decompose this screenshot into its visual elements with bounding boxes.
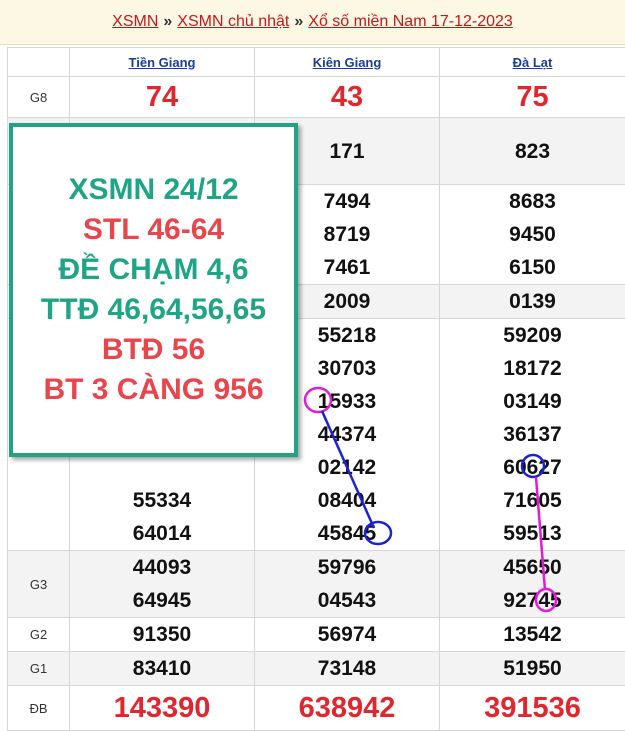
promo-line-title: XSMN 24/12 — [68, 170, 238, 210]
prize-cell: 75 — [440, 77, 625, 118]
prize-number: 03149 — [440, 385, 625, 418]
prize-number: 92745 — [440, 584, 625, 617]
prize-number: 60627 — [440, 451, 625, 484]
prize-number: 74 — [70, 77, 254, 117]
province-header: Đà Lạt — [440, 48, 625, 77]
promo-line-ttd: TTĐ 46,64,56,65 — [41, 290, 266, 330]
prize-number: 59209 — [440, 319, 625, 352]
breadcrumb-link-date[interactable]: Xổ số miền Nam 17-12-2023 — [308, 13, 513, 31]
prize-cell: 56974 — [255, 618, 440, 652]
prize-number: 638942 — [255, 686, 439, 730]
promo-line-btd: BTĐ 56 — [102, 330, 205, 370]
prize-cell: 83410 — [70, 652, 255, 686]
prize-number: 55334 — [70, 484, 254, 517]
prize-number: 73148 — [255, 652, 439, 685]
breadcrumb-separator: » — [163, 13, 172, 31]
prize-cell: 4565092745 — [440, 551, 625, 618]
breadcrumb-link-xsmn[interactable]: XSMN — [112, 13, 158, 31]
header-corner — [8, 48, 70, 77]
promo-line-stl: STL 46-64 — [83, 210, 224, 250]
province-header: Tiền Giang — [70, 48, 255, 77]
prize-number: 8683 — [440, 185, 625, 218]
prize-label: G2 — [8, 618, 70, 652]
prize-cell: 5979604543 — [255, 551, 440, 618]
prize-row-đb: ĐB143390638942391536 — [8, 686, 625, 731]
prize-cell: 51950 — [440, 652, 625, 686]
prize-number: 18172 — [440, 352, 625, 385]
prize-cell: 4409364945 — [70, 551, 255, 618]
prize-number: 43 — [255, 77, 439, 117]
prize-number: 391536 — [440, 686, 625, 730]
prize-number: 143390 — [70, 686, 254, 730]
breadcrumb-link-sunday[interactable]: XSMN chủ nhật — [177, 13, 289, 31]
province-link-kien-giang[interactable]: Kiên Giang — [313, 55, 382, 70]
prize-number: 45845 — [255, 517, 439, 550]
prize-label: G8 — [8, 77, 70, 118]
prize-cell: 91350 — [70, 618, 255, 652]
prize-cell: 391536 — [440, 686, 625, 731]
prize-cell: 143390 — [70, 686, 255, 731]
prize-label: G3 — [8, 551, 70, 618]
prize-cell: 0139 — [440, 285, 625, 319]
prize-number: 91350 — [70, 618, 254, 651]
prize-number: 51950 — [440, 652, 625, 685]
prize-label: G1 — [8, 652, 70, 686]
prize-number: 13542 — [440, 618, 625, 651]
prize-row-g2: G2913505697413542 — [8, 618, 625, 652]
prize-number: 83410 — [70, 652, 254, 685]
prize-number: 36137 — [440, 418, 625, 451]
prize-cell: 868394506150 — [440, 185, 625, 285]
prize-cell: 43 — [255, 77, 440, 118]
promo-box: XSMN 24/12 STL 46-64 ĐỀ CHẠM 4,6 TTĐ 46,… — [9, 123, 298, 457]
province-header: Kiên Giang — [255, 48, 440, 77]
prize-number: 823 — [440, 135, 625, 168]
prize-number: 59513 — [440, 517, 625, 550]
prize-number: 0139 — [440, 285, 625, 318]
prize-number: 75 — [440, 77, 625, 117]
prize-row-g8: G8744375 — [8, 77, 625, 118]
prize-cell: 13542 — [440, 618, 625, 652]
prize-cell: 73148 — [255, 652, 440, 686]
breadcrumb: XSMN » XSMN chủ nhật » Xổ số miền Nam 17… — [0, 0, 625, 45]
prize-number: 6150 — [440, 251, 625, 284]
prize-row-g1: G1834107314851950 — [8, 652, 625, 686]
promo-line-de-cham: ĐỀ CHẠM 4,6 — [58, 250, 248, 290]
province-link-da-lat[interactable]: Đà Lạt — [513, 55, 553, 70]
prize-label: ĐB — [8, 686, 70, 731]
prize-cell: 74 — [70, 77, 255, 118]
prize-row-g3: G3440936494559796045434565092745 — [8, 551, 625, 618]
prize-number: 08404 — [255, 484, 439, 517]
prize-number: 56974 — [255, 618, 439, 651]
prize-number: 44093 — [70, 551, 254, 584]
promo-line-bt3cang: BT 3 CÀNG 956 — [43, 370, 263, 410]
prize-number: 59796 — [255, 551, 439, 584]
prize-cell: 823 — [440, 118, 625, 185]
prize-number: 71605 — [440, 484, 625, 517]
prize-cell: 59209181720314936137606277160559513 — [440, 319, 625, 551]
prize-number: 64945 — [70, 584, 254, 617]
prize-number: 9450 — [440, 218, 625, 251]
prize-cell: 638942 — [255, 686, 440, 731]
breadcrumb-separator: » — [294, 13, 303, 31]
prize-number: 04543 — [255, 584, 439, 617]
prize-number: 45650 — [440, 551, 625, 584]
province-link-tien-giang[interactable]: Tiền Giang — [129, 55, 196, 70]
prize-number: 64014 — [70, 517, 254, 550]
